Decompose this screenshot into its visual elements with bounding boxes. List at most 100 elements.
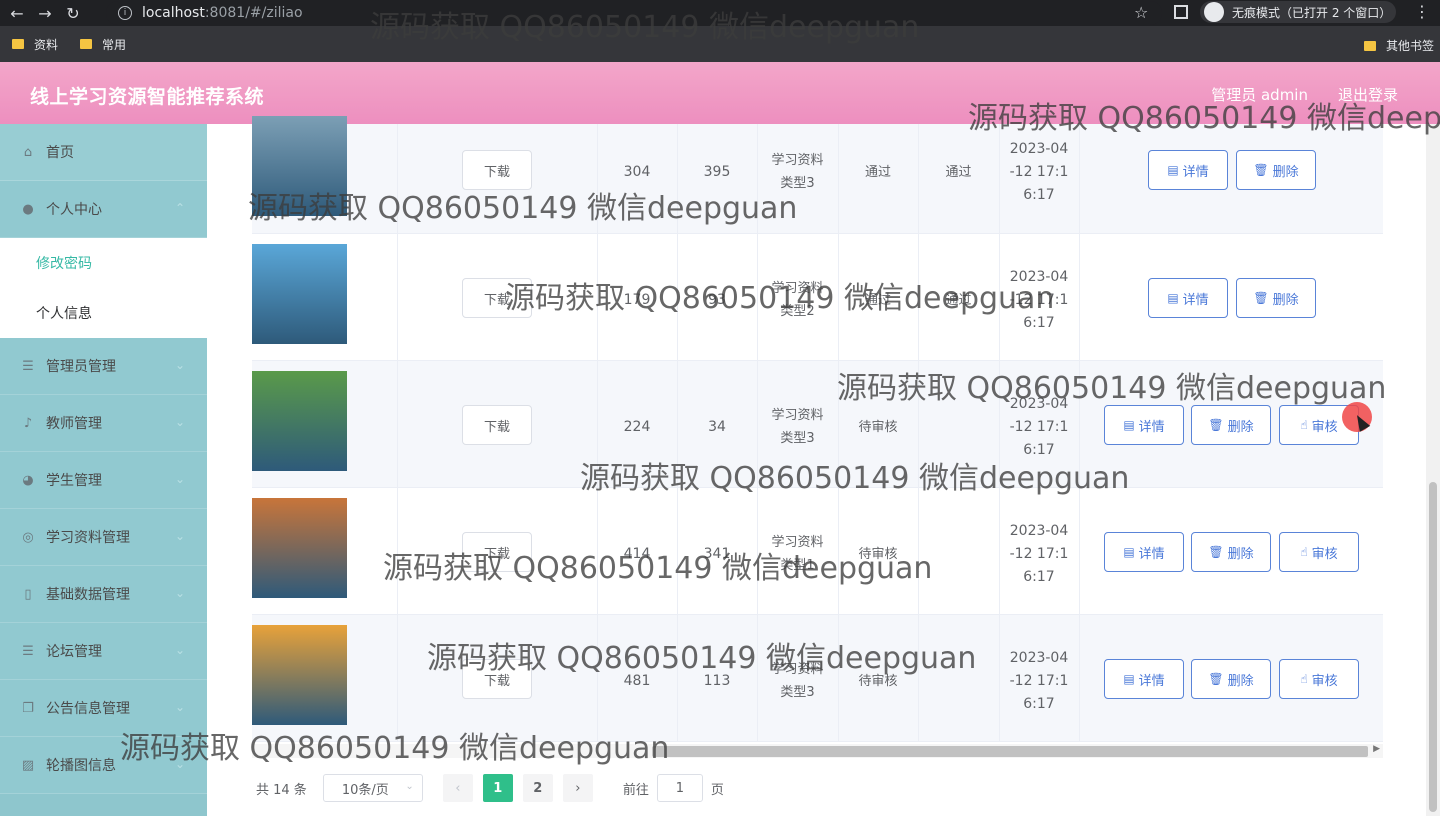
- scrollbar-thumb[interactable]: [1429, 482, 1437, 812]
- download-button[interactable]: 下载: [462, 150, 532, 190]
- download-button[interactable]: 下载: [462, 278, 532, 318]
- address-bar[interactable]: i localhost:8081/#/ziliao: [106, 1, 1162, 25]
- status-cell: 通过: [864, 165, 891, 180]
- sidebar-item-forum-management[interactable]: ☰ 论坛管理 ⌄: [0, 623, 207, 680]
- bookmark-folder[interactable]: 资料: [12, 36, 58, 53]
- document-icon: ▤: [1167, 163, 1179, 177]
- browser-toolbar: ← → ↻ i localhost:8081/#/ziliao ☆ 无痕模式（已…: [0, 0, 1440, 26]
- detail-button[interactable]: ▤ 详情: [1148, 278, 1228, 318]
- time-line: 2023-04: [1009, 523, 1069, 539]
- review-button[interactable]: ☝ 审核: [1279, 659, 1359, 699]
- page-button-2[interactable]: 2: [522, 774, 553, 802]
- download-button[interactable]: 下载: [462, 405, 532, 445]
- count-cell: 481: [623, 673, 651, 689]
- sidebar: ⌂ 首页 ● 个人中心 ⌃ 修改密码 个人信息 ☰ 管理员管理 ⌄ ♪ 教师管理…: [0, 124, 207, 816]
- sidebar-item-home[interactable]: ⌂ 首页: [0, 124, 207, 181]
- sidebar-item-admin-management[interactable]: ☰ 管理员管理 ⌄: [0, 338, 207, 395]
- material-thumbnail: [252, 498, 347, 598]
- goto-page-input[interactable]: 1: [656, 774, 703, 802]
- detail-button[interactable]: ▤ 详情: [1104, 532, 1184, 572]
- chevron-down-icon: ⌄: [174, 586, 185, 600]
- side-panel-icon[interactable]: [1174, 5, 1188, 19]
- detail-label: 详情: [1182, 164, 1209, 180]
- page-size-value: 10条/页: [341, 782, 389, 798]
- type-cell: 学习资料 类型3: [757, 149, 838, 195]
- detail-button[interactable]: ▤ 详情: [1104, 405, 1184, 445]
- time-line: -12 17:1: [1009, 164, 1069, 180]
- table-row: 下载 179 93 学习资料 类型2 通过 通过 2023-04 -12 17:1 6:17 ▤ 详情…: [252, 234, 1383, 361]
- vertical-scrollbar[interactable]: [1426, 124, 1440, 816]
- detail-button[interactable]: ▤ 详情: [1104, 659, 1184, 699]
- delete-button[interactable]: 🗑 删除: [1236, 278, 1316, 318]
- time-line: 6:17: [1023, 187, 1055, 203]
- page-size-select[interactable]: 10条/页 ⌄: [322, 774, 423, 802]
- download-button[interactable]: 下载: [462, 659, 532, 699]
- sidebar-item-carousel[interactable]: ▨ 轮播图信息 ⌄: [0, 737, 207, 794]
- sidebar-item-label: 公告信息管理: [46, 701, 130, 717]
- time-line: 6:17: [1023, 315, 1055, 331]
- time-cell: 2023-04 -12 17:1 6:17: [999, 138, 1079, 207]
- sidebar-item-base-data-management[interactable]: ▯ 基础数据管理 ⌄: [0, 566, 207, 623]
- review-button[interactable]: ☝ 审核: [1279, 532, 1359, 572]
- detail-label: 详情: [1182, 292, 1209, 308]
- document-icon: ▤: [1123, 545, 1135, 559]
- time-line: 6:17: [1023, 569, 1055, 585]
- sidebar-item-teacher-management[interactable]: ♪ 教师管理 ⌄: [0, 395, 207, 452]
- pagination: 共 14 条 10条/页 ⌄ ‹ 1 2 › 前往 1 页: [256, 774, 724, 802]
- other-bookmarks[interactable]: 其他书签: [1363, 37, 1434, 54]
- sidebar-subitem-change-password[interactable]: 修改密码: [0, 238, 207, 288]
- delete-label: 删除: [1272, 292, 1299, 308]
- goto-label: 前往: [622, 782, 649, 798]
- trash-icon: 🗑: [1253, 291, 1269, 305]
- sidebar-item-personal-center[interactable]: ● 个人中心 ⌃: [0, 181, 207, 238]
- time-cell: 2023-04 -12 17:1 6:17: [999, 520, 1079, 589]
- browser-menu-icon[interactable]: ⋮: [1414, 2, 1430, 21]
- document-icon: ▤: [1123, 418, 1135, 432]
- delete-button[interactable]: 🗑 删除: [1191, 532, 1271, 572]
- sidebar-item-notice-management[interactable]: ❐ 公告信息管理 ⌄: [0, 680, 207, 737]
- bookmark-folder[interactable]: 常用: [80, 36, 126, 53]
- bookmark-star-icon[interactable]: ☆: [1134, 3, 1148, 22]
- time-line: -12 17:1: [1009, 419, 1069, 435]
- scrollbar-thumb[interactable]: [652, 746, 1368, 757]
- logout-link[interactable]: 退出登录: [1338, 84, 1398, 105]
- scroll-right-icon[interactable]: ▶: [1373, 744, 1380, 754]
- delete-button[interactable]: 🗑 删除: [1191, 659, 1271, 699]
- home-icon: ⌂: [23, 144, 33, 160]
- trash-icon: 🗑: [1208, 545, 1224, 559]
- sidebar-item-material-management[interactable]: ◎ 学习资料管理 ⌄: [0, 509, 207, 566]
- phone-icon: ▯: [24, 586, 32, 602]
- delete-button[interactable]: 🗑 删除: [1236, 150, 1316, 190]
- status-cell: 待审核: [858, 674, 898, 689]
- next-page-button[interactable]: ›: [562, 774, 593, 802]
- type-line: 学习资料: [771, 535, 824, 550]
- reload-icon[interactable]: ↻: [62, 2, 84, 24]
- status-cell: 待审核: [858, 420, 898, 435]
- back-arrow-icon[interactable]: ←: [6, 2, 28, 24]
- download-button[interactable]: 下载: [462, 532, 532, 572]
- sidebar-subitem-personal-info[interactable]: 个人信息: [0, 288, 207, 338]
- prev-page-button[interactable]: ‹: [442, 774, 473, 802]
- materials-table: 下载 304 395 学习资料 类型3 通过 通过 2023-04 -12 17:1 6:17 ▤ 详…: [252, 116, 1383, 742]
- info-icon[interactable]: i: [118, 6, 132, 20]
- sidebar-item-student-management[interactable]: ◕ 学生管理 ⌄: [0, 452, 207, 509]
- sidebar-item-label: 轮播图信息: [46, 758, 116, 774]
- page-button-1[interactable]: 1: [482, 774, 513, 802]
- incognito-label: 无痕模式（已打开 2 个窗口）: [1232, 5, 1392, 20]
- detail-label: 详情: [1138, 419, 1165, 435]
- app-title: 线上学习资源智能推荐系统: [30, 86, 265, 108]
- table-row: 下载 304 395 学习资料 类型3 通过 通过 2023-04 -12 17:1 6:17 ▤ 详…: [252, 116, 1383, 234]
- horizontal-scrollbar[interactable]: ▶: [252, 744, 1383, 758]
- type-line: 类型3: [780, 431, 815, 446]
- sidebar-item-label: 学习资料管理: [46, 530, 130, 546]
- delete-button[interactable]: 🗑 删除: [1191, 405, 1271, 445]
- time-line: 2023-04: [1009, 141, 1069, 157]
- goto-suffix: 页: [710, 782, 724, 798]
- sidebar-item-label: 首页: [46, 145, 74, 161]
- incognito-indicator[interactable]: 无痕模式（已打开 2 个窗口）: [1200, 1, 1396, 23]
- detail-button[interactable]: ▤ 详情: [1148, 150, 1228, 190]
- chevron-down-icon: ⌄: [405, 781, 414, 792]
- review-status-cell: 通过: [945, 293, 972, 308]
- forward-arrow-icon[interactable]: →: [34, 2, 56, 24]
- type-cell: 学习资料 类型2: [757, 277, 838, 323]
